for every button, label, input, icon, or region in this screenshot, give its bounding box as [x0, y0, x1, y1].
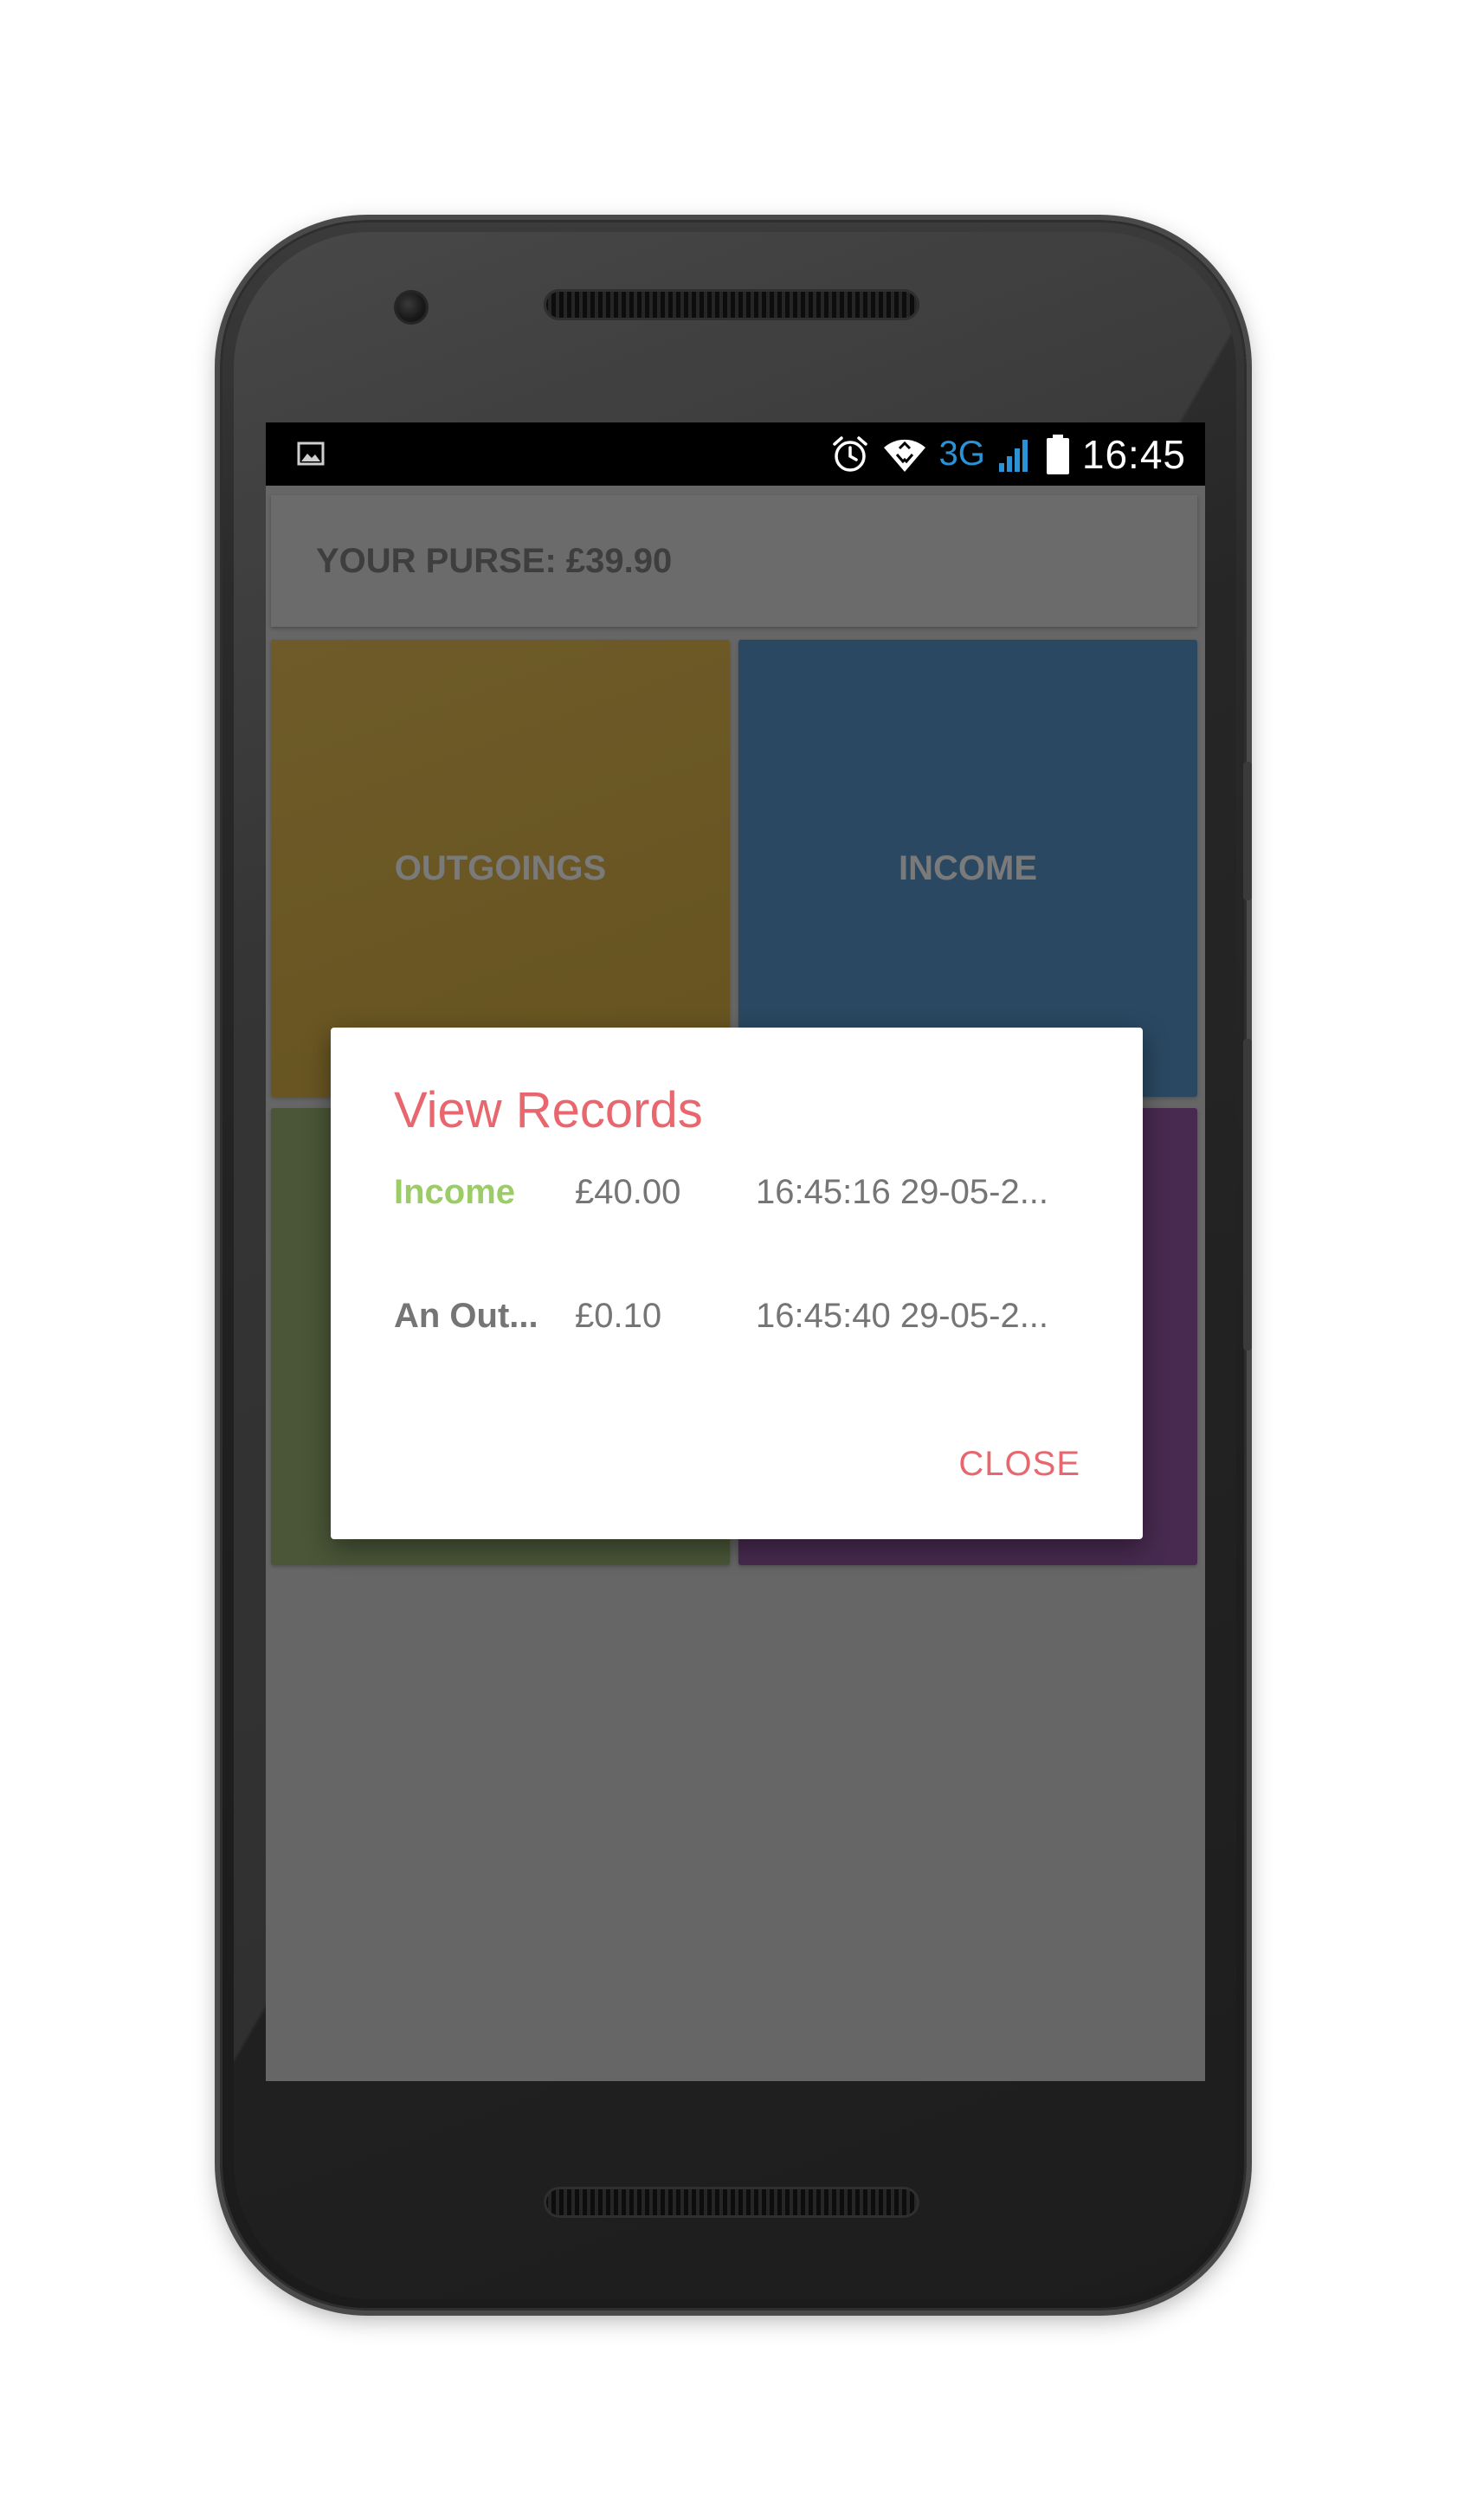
record-amount: £40.00	[575, 1173, 681, 1211]
record-row: Income £40.00 16:45:16 29-05-2...	[394, 1173, 1086, 1225]
record-type: An Out...	[394, 1297, 538, 1335]
network-type: 3G	[938, 435, 985, 473]
status-bar: 3G 16:45	[266, 422, 1205, 486]
record-amount: £0.10	[575, 1297, 662, 1335]
record-type: Income	[394, 1173, 516, 1211]
income-tile-label: INCOME	[899, 848, 1037, 887]
purse-bar: YOUR PURSE: £39.90	[271, 495, 1197, 627]
signal-icon	[998, 439, 1028, 472]
status-time: 16:45	[1081, 431, 1186, 477]
image-icon	[297, 441, 325, 466]
wifi-icon	[883, 439, 925, 472]
front-camera	[397, 293, 426, 322]
record-timestamp: 16:45:16 29-05-2...	[756, 1173, 1049, 1211]
close-button[interactable]: CLOSE	[958, 1445, 1080, 1484]
purse-balance: YOUR PURSE: £39.90	[316, 541, 673, 580]
status-icons: 3G 16:45	[830, 422, 1186, 486]
outgoings-tile-label: OUTGOINGS	[394, 848, 607, 887]
dialog-title: View Records	[394, 1082, 703, 1138]
screen: 3G 16:45 YOUR PURSE: £39.90 OUTGOINGS IN…	[266, 422, 1205, 2081]
top-speaker	[544, 289, 919, 320]
alarm-icon	[832, 435, 867, 472]
battery-icon	[1046, 434, 1069, 474]
record-row: An Out... £0.10 16:45:40 29-05-2...	[394, 1297, 1086, 1349]
record-timestamp: 16:45:40 29-05-2...	[756, 1297, 1049, 1335]
view-records-dialog: View Records Income £40.00 16:45:16 29-0…	[331, 1028, 1143, 1539]
power-button	[1243, 762, 1252, 900]
volume-button	[1243, 1039, 1252, 1350]
bottom-speaker	[544, 2187, 919, 2218]
